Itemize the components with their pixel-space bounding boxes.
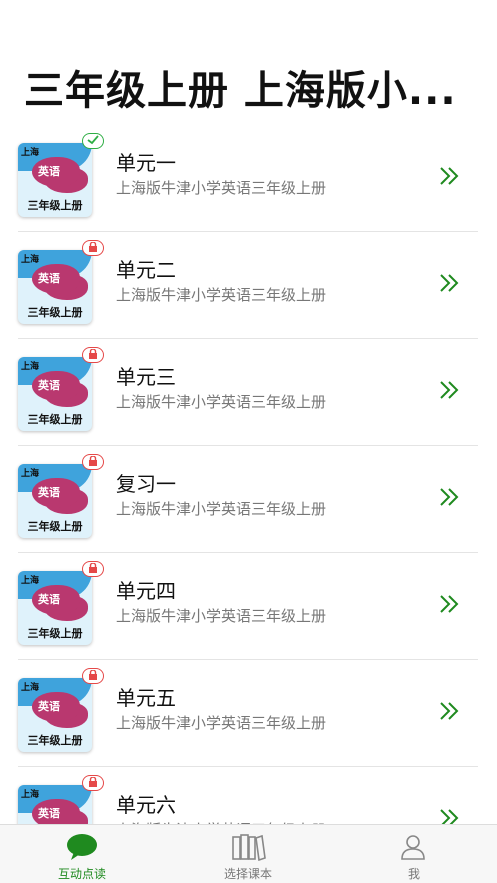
cover-subject: 英语 — [38, 807, 60, 820]
tab-me[interactable]: 我 — [354, 825, 474, 883]
cover-region: 上海 — [21, 255, 40, 265]
double-chevron-right-icon[interactable] — [438, 165, 460, 191]
lesson-row[interactable]: 上海英语三年级上册单元六上海版牛津小学英语三年级上册 — [18, 767, 478, 825]
cover-subject: 英语 — [38, 165, 60, 178]
lesson-list: 上海 英语 三年级上册 单元一 上海版牛津小学英语三年级上册 上海 英语 三年级上册 单元二 上海… — [0, 125, 497, 825]
tab-label: 我 — [407, 867, 420, 881]
cover-grade: 三年级上册 — [27, 413, 83, 426]
textbook-cover-thumbnail: 上海英语三年级上册 — [18, 250, 92, 324]
double-chevron-right-icon[interactable] — [438, 379, 460, 405]
lock-icon — [82, 775, 104, 791]
double-chevron-right-icon[interactable] — [438, 486, 460, 512]
lesson-row[interactable]: 上海 英语 三年级上册 单元三 上海版牛津小学英语三年级上册 — [18, 339, 478, 446]
double-chevron-right-icon[interactable] — [438, 272, 460, 298]
lesson-subtitle: 上海版牛津小学英语三年级上册 — [116, 286, 327, 304]
cover-subject: 英语 — [38, 379, 60, 392]
lesson-subtitle: 上海版牛津小学英语三年级上册 — [116, 607, 327, 625]
cover-subject: 英语 — [38, 486, 60, 499]
lesson-title: 单元一 — [116, 151, 176, 175]
textbook-cover-thumbnail: 上海英语三年级上册 — [18, 464, 92, 538]
lesson-row[interactable]: 上海 英语 三年级上册 复习一 上海版牛津小学英语三年级上册 — [18, 446, 478, 553]
unlocked-check-icon — [82, 133, 104, 149]
cover-region: 上海 — [21, 362, 40, 372]
chat-bubble-icon — [66, 833, 98, 865]
page-title: 三年级上册 上海版小... — [24, 68, 457, 114]
lesson-title: 单元六 — [116, 793, 176, 817]
lesson-title: 复习一 — [116, 472, 176, 496]
cover-subject: 英语 — [38, 593, 60, 606]
lesson-subtitle: 上海版牛津小学英语三年级上册 — [116, 179, 327, 197]
lesson-row[interactable]: 上海 英语 三年级上册 单元一 上海版牛津小学英语三年级上册 — [18, 125, 478, 232]
textbook-cover-thumbnail: 上海英语三年级上册 — [18, 143, 92, 217]
double-chevron-right-icon[interactable] — [438, 593, 460, 619]
tab-label: 互动点读 — [57, 867, 106, 881]
tab-bar: 互动点读 选择课本 我 — [0, 824, 497, 883]
cover-subject: 英语 — [38, 700, 60, 713]
lock-icon — [82, 561, 104, 577]
tab-interactive-reading[interactable]: 互动点读 — [22, 825, 142, 883]
cover-grade: 三年级上册 — [27, 306, 83, 319]
cover-region: 上海 — [21, 469, 40, 479]
textbook-cover-thumbnail: 上海英语三年级上册 — [18, 571, 92, 645]
lock-icon — [82, 347, 104, 363]
double-chevron-right-icon[interactable] — [438, 700, 460, 726]
lesson-row[interactable]: 上海 英语 三年级上册 单元五 上海版牛津小学英语三年级上册 — [18, 660, 478, 767]
cover-subject: 英语 — [38, 272, 60, 285]
books-icon — [232, 833, 266, 865]
lesson-title: 单元四 — [116, 579, 176, 603]
textbook-cover-thumbnail: 上海英语三年级上册 — [18, 678, 92, 752]
textbook-cover-thumbnail: 上海英语三年级上册 — [18, 357, 92, 431]
lock-icon — [82, 240, 104, 256]
tab-label: 选择课本 — [223, 867, 272, 881]
cover-grade: 三年级上册 — [27, 734, 83, 747]
tab-select-textbook[interactable]: 选择课本 — [188, 825, 308, 883]
double-chevron-right-icon[interactable] — [438, 807, 460, 825]
lesson-title: 单元二 — [116, 258, 176, 282]
lesson-subtitle: 上海版牛津小学英语三年级上册 — [116, 500, 327, 518]
person-icon — [398, 833, 428, 865]
cover-grade: 三年级上册 — [27, 199, 83, 212]
textbook-cover-thumbnail: 上海英语三年级上册 — [18, 785, 92, 825]
lesson-title: 单元五 — [116, 686, 176, 710]
cover-region: 上海 — [21, 790, 40, 800]
cover-region: 上海 — [21, 148, 40, 158]
lock-icon — [82, 668, 104, 684]
lock-icon — [82, 454, 104, 470]
lesson-subtitle: 上海版牛津小学英语三年级上册 — [116, 393, 327, 411]
cover-grade: 三年级上册 — [27, 520, 83, 533]
cover-region: 上海 — [21, 683, 40, 693]
lesson-row[interactable]: 上海 英语 三年级上册 单元二 上海版牛津小学英语三年级上册 — [18, 232, 478, 339]
cover-region: 上海 — [21, 576, 40, 586]
lesson-title: 单元三 — [116, 365, 176, 389]
lesson-row[interactable]: 上海 英语 三年级上册 单元四 上海版牛津小学英语三年级上册 — [18, 553, 478, 660]
cover-grade: 三年级上册 — [27, 627, 83, 640]
lesson-subtitle: 上海版牛津小学英语三年级上册 — [116, 714, 327, 732]
